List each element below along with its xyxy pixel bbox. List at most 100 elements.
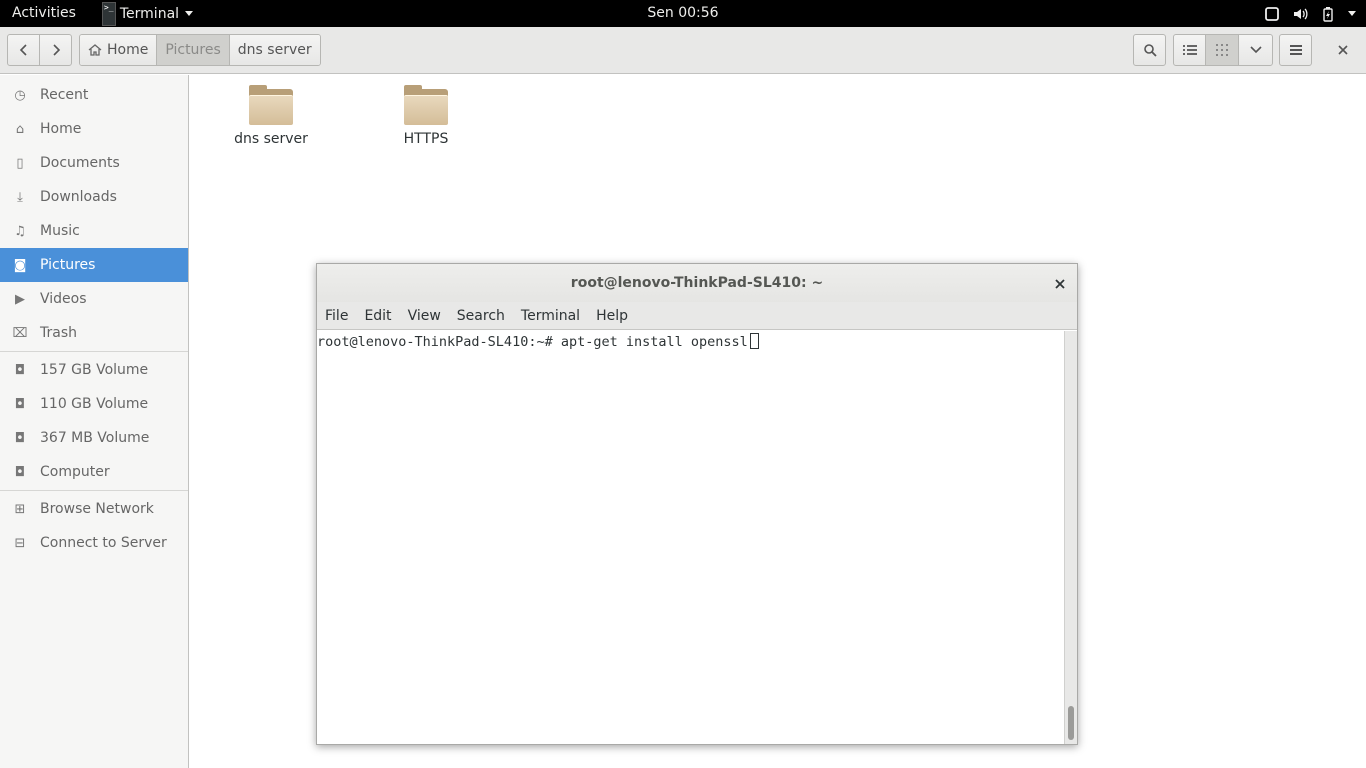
- sidebar-item-label: 157 GB Volume: [40, 362, 149, 378]
- sidebar-item-label: Recent: [40, 87, 89, 103]
- grid-view-button[interactable]: [1205, 34, 1239, 66]
- terminal-app-icon: >_: [101, 1, 116, 26]
- chevron-right-icon: [52, 44, 60, 56]
- terminal-scrollbar[interactable]: [1064, 331, 1077, 744]
- file-manager-header: Home Pictures dns server: [0, 27, 1366, 74]
- sidebar-item-videos[interactable]: ▶ Videos: [0, 282, 188, 316]
- sidebar-item-connect-to-server[interactable]: ⊟ Connect to Server: [0, 526, 188, 560]
- sidebar-item-downloads[interactable]: ⤓ Downloads: [0, 180, 188, 214]
- sidebar-item-browse-network[interactable]: ⊞ Browse Network: [0, 492, 188, 526]
- sidebar-separator: [0, 351, 188, 352]
- menu-file[interactable]: File: [317, 302, 356, 330]
- sidebar-item-music[interactable]: ♫ Music: [0, 214, 188, 248]
- sidebar-item-label: Connect to Server: [40, 535, 167, 551]
- forward-button[interactable]: [39, 34, 72, 66]
- list-view-button[interactable]: [1173, 34, 1206, 66]
- volume-icon: [1294, 8, 1308, 19]
- sidebar-item-label: Music: [40, 223, 80, 239]
- music-icon: ♫: [14, 223, 26, 239]
- clock-icon: ◷: [14, 87, 26, 103]
- sidebar-separator: [0, 490, 188, 491]
- folder-icon: [249, 85, 293, 125]
- sidebar-item-label: Videos: [40, 291, 87, 307]
- sidebar-item-label: Pictures: [40, 257, 96, 273]
- chevron-left-icon: [19, 44, 27, 56]
- chevron-down-icon: [1249, 46, 1262, 54]
- menu-button[interactable]: [1279, 34, 1312, 66]
- sidebar-item-label: Trash: [40, 325, 77, 341]
- menu-search[interactable]: Search: [449, 302, 513, 330]
- grid-icon: [1216, 44, 1228, 56]
- sidebar-item-pictures[interactable]: ◙ Pictures: [0, 248, 188, 282]
- sidebar-item-157gb-volume[interactable]: ◘ 157 GB Volume: [0, 353, 188, 387]
- terminal-title: root@lenovo-ThinkPad-SL410: ~: [570, 275, 824, 291]
- sidebar-item-label: Downloads: [40, 189, 117, 205]
- top-bar: Activities >_ Terminal Sen 00:56: [0, 0, 1366, 27]
- window-close-button[interactable]: [1330, 34, 1356, 66]
- system-tray[interactable]: [1264, 0, 1356, 27]
- app-menu[interactable]: >_ Terminal: [101, 0, 194, 27]
- breadcrumb-dns-server[interactable]: dns server: [229, 35, 320, 65]
- view-options-button[interactable]: [1238, 34, 1273, 66]
- breadcrumb-pictures[interactable]: Pictures: [157, 35, 230, 65]
- folder-label: dns server: [234, 131, 308, 147]
- home-icon: ⌂: [15, 121, 25, 137]
- activities-button[interactable]: Activities: [0, 0, 88, 27]
- trash-icon: ⌧: [12, 325, 28, 341]
- search-button[interactable]: [1133, 34, 1166, 66]
- folder-https[interactable]: HTTPS: [371, 85, 481, 147]
- search-icon: [1143, 44, 1157, 57]
- close-icon: [1055, 279, 1065, 289]
- list-icon: [1182, 45, 1197, 55]
- back-button[interactable]: [7, 34, 40, 66]
- menu-view[interactable]: View: [400, 302, 449, 330]
- hamburger-icon: [1289, 45, 1302, 55]
- sidebar-item-110gb-volume[interactable]: ◘ 110 GB Volume: [0, 387, 188, 421]
- terminal-titlebar[interactable]: root@lenovo-ThinkPad-SL410: ~: [317, 264, 1077, 302]
- breadcrumb-home[interactable]: Home: [80, 35, 158, 65]
- close-icon: [1338, 45, 1348, 55]
- sidebar-item-label: 110 GB Volume: [40, 396, 149, 412]
- sidebar-item-computer[interactable]: ◘ Computer: [0, 455, 188, 489]
- terminal-close-button[interactable]: [1055, 264, 1065, 302]
- terminal-command-line: root@lenovo-ThinkPad-SL410:~# apt-get in…: [317, 334, 748, 350]
- server-icon: ⊟: [14, 535, 26, 551]
- app-menu-label: Terminal: [119, 5, 180, 22]
- folder-dns-server[interactable]: dns server: [216, 85, 326, 147]
- camera-icon: ◙: [13, 257, 27, 273]
- drive-icon: ◘: [14, 430, 26, 446]
- system-menu-chevron-icon: [1348, 11, 1356, 16]
- menu-terminal[interactable]: Terminal: [513, 302, 588, 330]
- menu-edit[interactable]: Edit: [356, 302, 399, 330]
- terminal-window[interactable]: root@lenovo-ThinkPad-SL410: ~ File Edit …: [316, 263, 1078, 745]
- sidebar-item-documents[interactable]: ▯ Documents: [0, 146, 188, 180]
- battery-icon: [1323, 6, 1333, 22]
- terminal-cursor: [749, 333, 759, 349]
- sidebar-item-label: Home: [40, 121, 82, 137]
- computer-icon: ◘: [14, 464, 26, 480]
- clock[interactable]: Sen 00:56: [647, 5, 718, 21]
- scrollbar-thumb[interactable]: [1068, 706, 1074, 740]
- folder-label: HTTPS: [403, 131, 449, 147]
- sidebar-item-label: 367 MB Volume: [40, 430, 150, 446]
- video-icon: ▶: [15, 291, 25, 307]
- folder-icon: [404, 85, 448, 125]
- sidebar-item-recent[interactable]: ◷ Recent: [0, 78, 188, 112]
- network-icon: ⊞: [14, 501, 26, 517]
- drive-icon: ◘: [14, 396, 26, 412]
- screen-icon: [1265, 6, 1279, 21]
- sidebar-item-trash[interactable]: ⌧ Trash: [0, 316, 188, 350]
- sidebar-item-home[interactable]: ⌂ Home: [0, 112, 188, 146]
- terminal-output[interactable]: root@lenovo-ThinkPad-SL410:~# apt-get in…: [317, 331, 1065, 744]
- drive-icon: ◘: [14, 362, 26, 378]
- breadcrumb: Home Pictures dns server: [79, 34, 321, 66]
- sidebar-item-367mb-volume[interactable]: ◘ 367 MB Volume: [0, 421, 188, 455]
- sidebar-item-label: Computer: [40, 464, 110, 480]
- breadcrumb-home-label: Home: [107, 42, 149, 58]
- home-icon: [88, 44, 102, 56]
- sidebar-item-label: Browse Network: [40, 501, 154, 517]
- terminal-menubar: File Edit View Search Terminal Help: [317, 302, 1077, 330]
- menu-help[interactable]: Help: [588, 302, 636, 330]
- sidebar: ◷ Recent ⌂ Home ▯ Documents ⤓ Downloads ♫ Mus…: [0, 75, 189, 768]
- sidebar-item-label: Documents: [40, 155, 120, 171]
